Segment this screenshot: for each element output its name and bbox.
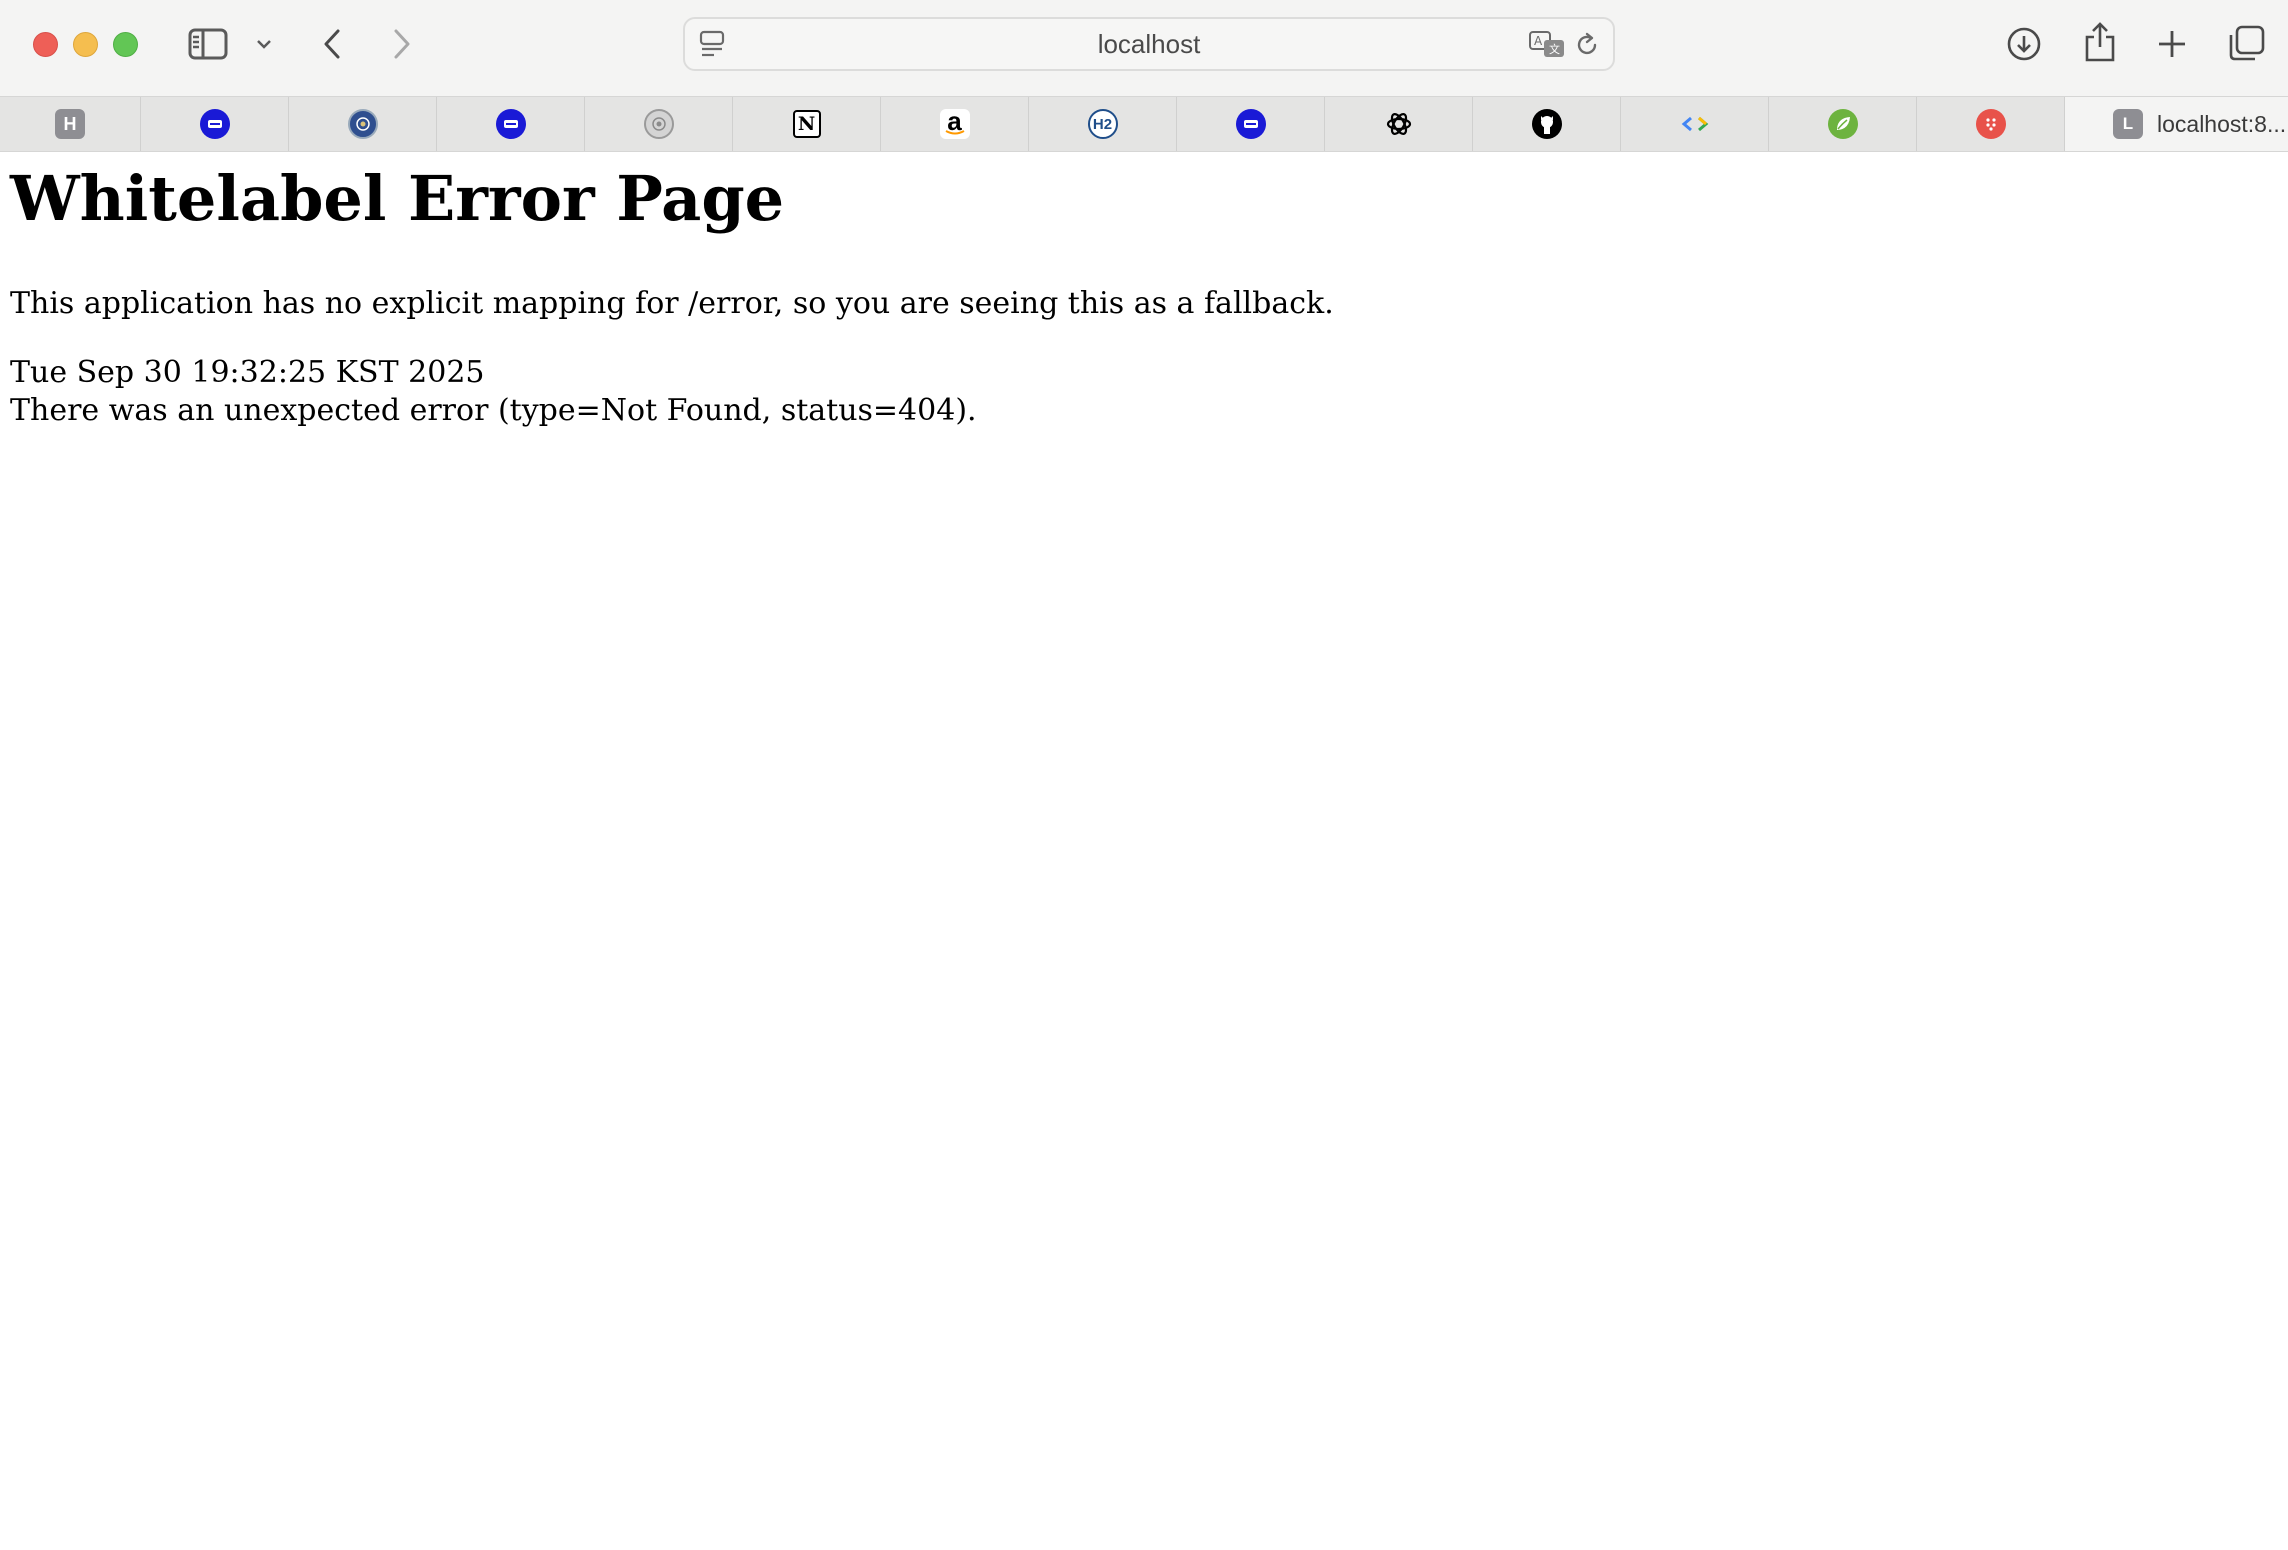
pinned-tab[interactable] [1917, 97, 2065, 151]
pinned-tab[interactable] [1769, 97, 1917, 151]
page-content: Whitelabel Error Page This application h… [0, 152, 2288, 1550]
close-window-button[interactable] [33, 32, 58, 57]
tab-localhost[interactable]: L localhost:8... [2065, 97, 2288, 151]
pinned-tab[interactable]: a [881, 97, 1029, 151]
browser-toolbar: localhost A文 [0, 0, 2288, 96]
tab-overview-icon[interactable] [2226, 22, 2268, 64]
pinned-tab[interactable] [289, 97, 437, 151]
github-icon [1531, 109, 1562, 139]
blue-card-icon [1235, 109, 1266, 139]
forward-arrow-icon[interactable] [386, 22, 418, 66]
sidebar-toggle-icon[interactable] [186, 24, 230, 64]
blue-card-icon [199, 109, 230, 139]
seal-icon [347, 109, 378, 139]
svg-text:文: 文 [1549, 42, 1560, 56]
chevron-down-icon[interactable] [252, 34, 276, 54]
address-bar[interactable]: localhost A文 [683, 17, 1615, 71]
notion-icon: N [792, 110, 821, 138]
reload-icon[interactable] [1571, 29, 1603, 61]
tab-bar: H N a H2 L localhost:8... [0, 96, 2288, 152]
address-text: localhost [1097, 29, 1201, 59]
h2-icon: H2 [1087, 109, 1118, 139]
tab-title: localhost:8... [2157, 110, 2287, 137]
translate-icon[interactable]: A文 [1527, 29, 1567, 61]
back-arrow-icon[interactable] [316, 22, 348, 66]
h-letter-icon: H [55, 109, 85, 139]
pinned-tab[interactable]: N [733, 97, 881, 151]
code-brackets-icon [1680, 109, 1710, 139]
openai-icon [1384, 109, 1414, 139]
error-timestamp: Tue Sep 30 19:32:25 KST 2025 [10, 355, 485, 390]
amazon-icon: a [939, 108, 970, 139]
pinned-tab[interactable] [1325, 97, 1473, 151]
pinned-tab[interactable] [437, 97, 585, 151]
pinned-tab[interactable] [1473, 97, 1621, 151]
pinned-tab[interactable] [1621, 97, 1769, 151]
pinned-tab[interactable] [585, 97, 733, 151]
svg-text:A: A [1534, 34, 1543, 48]
new-tab-icon[interactable] [2152, 24, 2192, 64]
red-dots-icon [1975, 109, 2006, 139]
error-detail: There was an unexpected error (type=Not … [10, 393, 977, 428]
l-letter-icon: L [2113, 109, 2143, 139]
pinned-tab[interactable] [141, 97, 289, 151]
pinned-tab[interactable]: H2 [1029, 97, 1177, 151]
grey-seal-icon [643, 109, 674, 139]
downloads-icon[interactable] [2004, 24, 2044, 64]
pinned-tab[interactable]: H [0, 97, 141, 151]
spring-leaf-icon [1827, 109, 1858, 139]
error-message: This application has no explicit mapping… [10, 286, 1334, 321]
blue-card-icon [495, 109, 526, 139]
page-heading: Whitelabel Error Page [10, 162, 785, 235]
share-icon[interactable] [2080, 20, 2120, 64]
pinned-tab[interactable] [1177, 97, 1325, 151]
minimize-window-button[interactable] [73, 32, 98, 57]
maximize-window-button[interactable] [113, 32, 138, 57]
